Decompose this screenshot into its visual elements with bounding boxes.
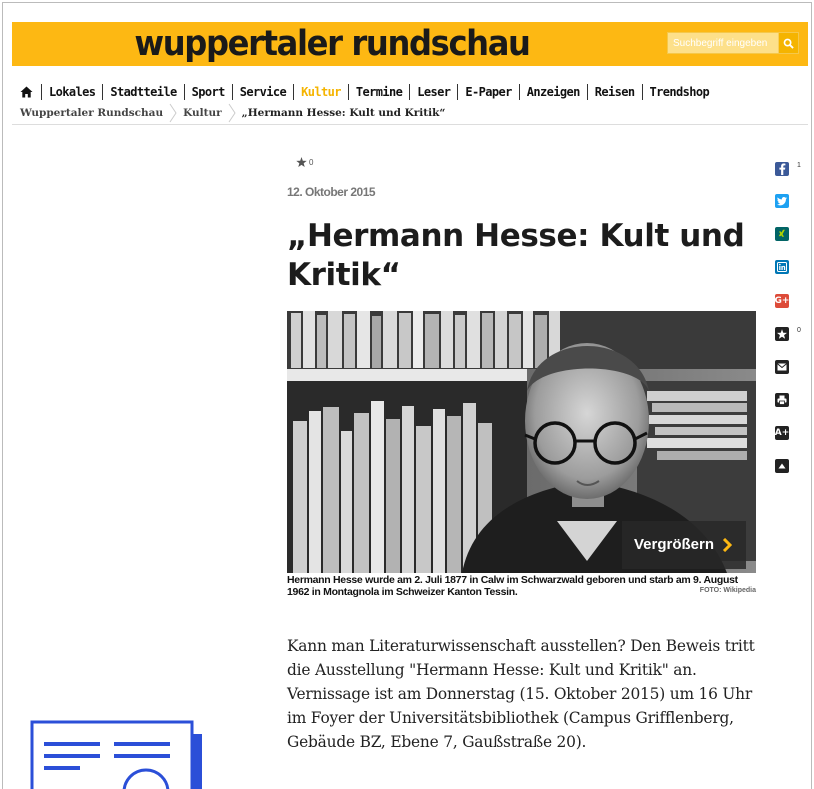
scroll-top-icon[interactable] (775, 459, 789, 473)
breadcrumb: Wuppertaler Rundschau Kultur „Hermann He… (20, 103, 445, 123)
rating[interactable]: 0 (296, 157, 313, 167)
star-icon (296, 157, 307, 167)
facebook-icon[interactable] (775, 162, 789, 176)
nav-item-reisen[interactable]: Reisen (588, 84, 643, 100)
search-input[interactable] (668, 33, 779, 53)
article-title: „Hermann Hesse: Kult und Kritik“ (287, 218, 745, 293)
search-box (667, 32, 799, 54)
home-icon (20, 86, 33, 98)
home-link[interactable] (20, 84, 42, 100)
favorite-icon[interactable] (775, 327, 789, 341)
nav-item-stadtteile[interactable]: Stadtteile (103, 84, 185, 100)
newspaper-icon[interactable] (30, 720, 202, 789)
article-body: Kann man Literaturwissenschaft ausstelle… (287, 637, 755, 751)
nav-item-leser[interactable]: Leser (410, 84, 459, 100)
twitter-icon[interactable] (775, 194, 789, 208)
linkedin-icon[interactable] (775, 260, 789, 274)
breadcrumb-home[interactable]: Wuppertaler Rundschau (20, 107, 163, 119)
googleplus-icon[interactable]: G+ (775, 294, 789, 308)
enlarge-button[interactable]: Vergrößern (621, 521, 746, 569)
site-logo[interactable]: wuppertaler rundschau (38, 22, 627, 66)
nav-item-service[interactable]: Service (233, 84, 295, 100)
rating-count: 0 (309, 158, 314, 167)
divider (12, 124, 808, 125)
nav-item-termine[interactable]: Termine (349, 84, 411, 100)
article-photo[interactable]: Vergrößern (287, 311, 756, 573)
photo-caption: Hermann Hesse wurde am 2. Juli 1877 in C… (287, 574, 756, 598)
nav-item-anzeigen[interactable]: Anzeigen (520, 84, 588, 100)
nav-item-sport[interactable]: Sport (185, 84, 233, 100)
nav-item-epaper[interactable]: E-Paper (458, 84, 520, 100)
breadcrumb-current: „Hermann Hesse: Kult und Kritik“ (241, 107, 446, 119)
favorite-count: 0 (797, 327, 801, 334)
main-nav: Lokales Stadtteile Sport Service Kultur … (20, 83, 716, 101)
font-size-icon[interactable]: A+ (775, 426, 789, 440)
facebook-count: 1 (797, 162, 801, 169)
photo-credit: FOTO: Wikipedia (699, 587, 756, 594)
search-icon (783, 38, 794, 49)
breadcrumb-kultur[interactable]: Kultur (183, 107, 222, 119)
nav-item-trendshop[interactable]: Trendshop (643, 84, 717, 100)
chevron-right-icon (222, 103, 242, 123)
chevron-right-icon (163, 103, 183, 123)
nav-item-kultur[interactable]: Kultur (294, 84, 349, 100)
chevron-right-icon (722, 538, 732, 552)
print-icon[interactable] (775, 393, 789, 407)
photo-caption-text: Hermann Hesse wurde am 2. Juli 1877 in C… (287, 574, 738, 598)
article-date: 12. Oktober 2015 (287, 185, 376, 199)
search-button[interactable] (778, 33, 798, 53)
site-header: wuppertaler rundschau (12, 22, 808, 66)
nav-item-lokales[interactable]: Lokales (42, 84, 104, 100)
email-icon[interactable] (775, 360, 789, 374)
enlarge-label: Vergrößern (633, 536, 714, 553)
xing-icon[interactable] (775, 227, 789, 241)
